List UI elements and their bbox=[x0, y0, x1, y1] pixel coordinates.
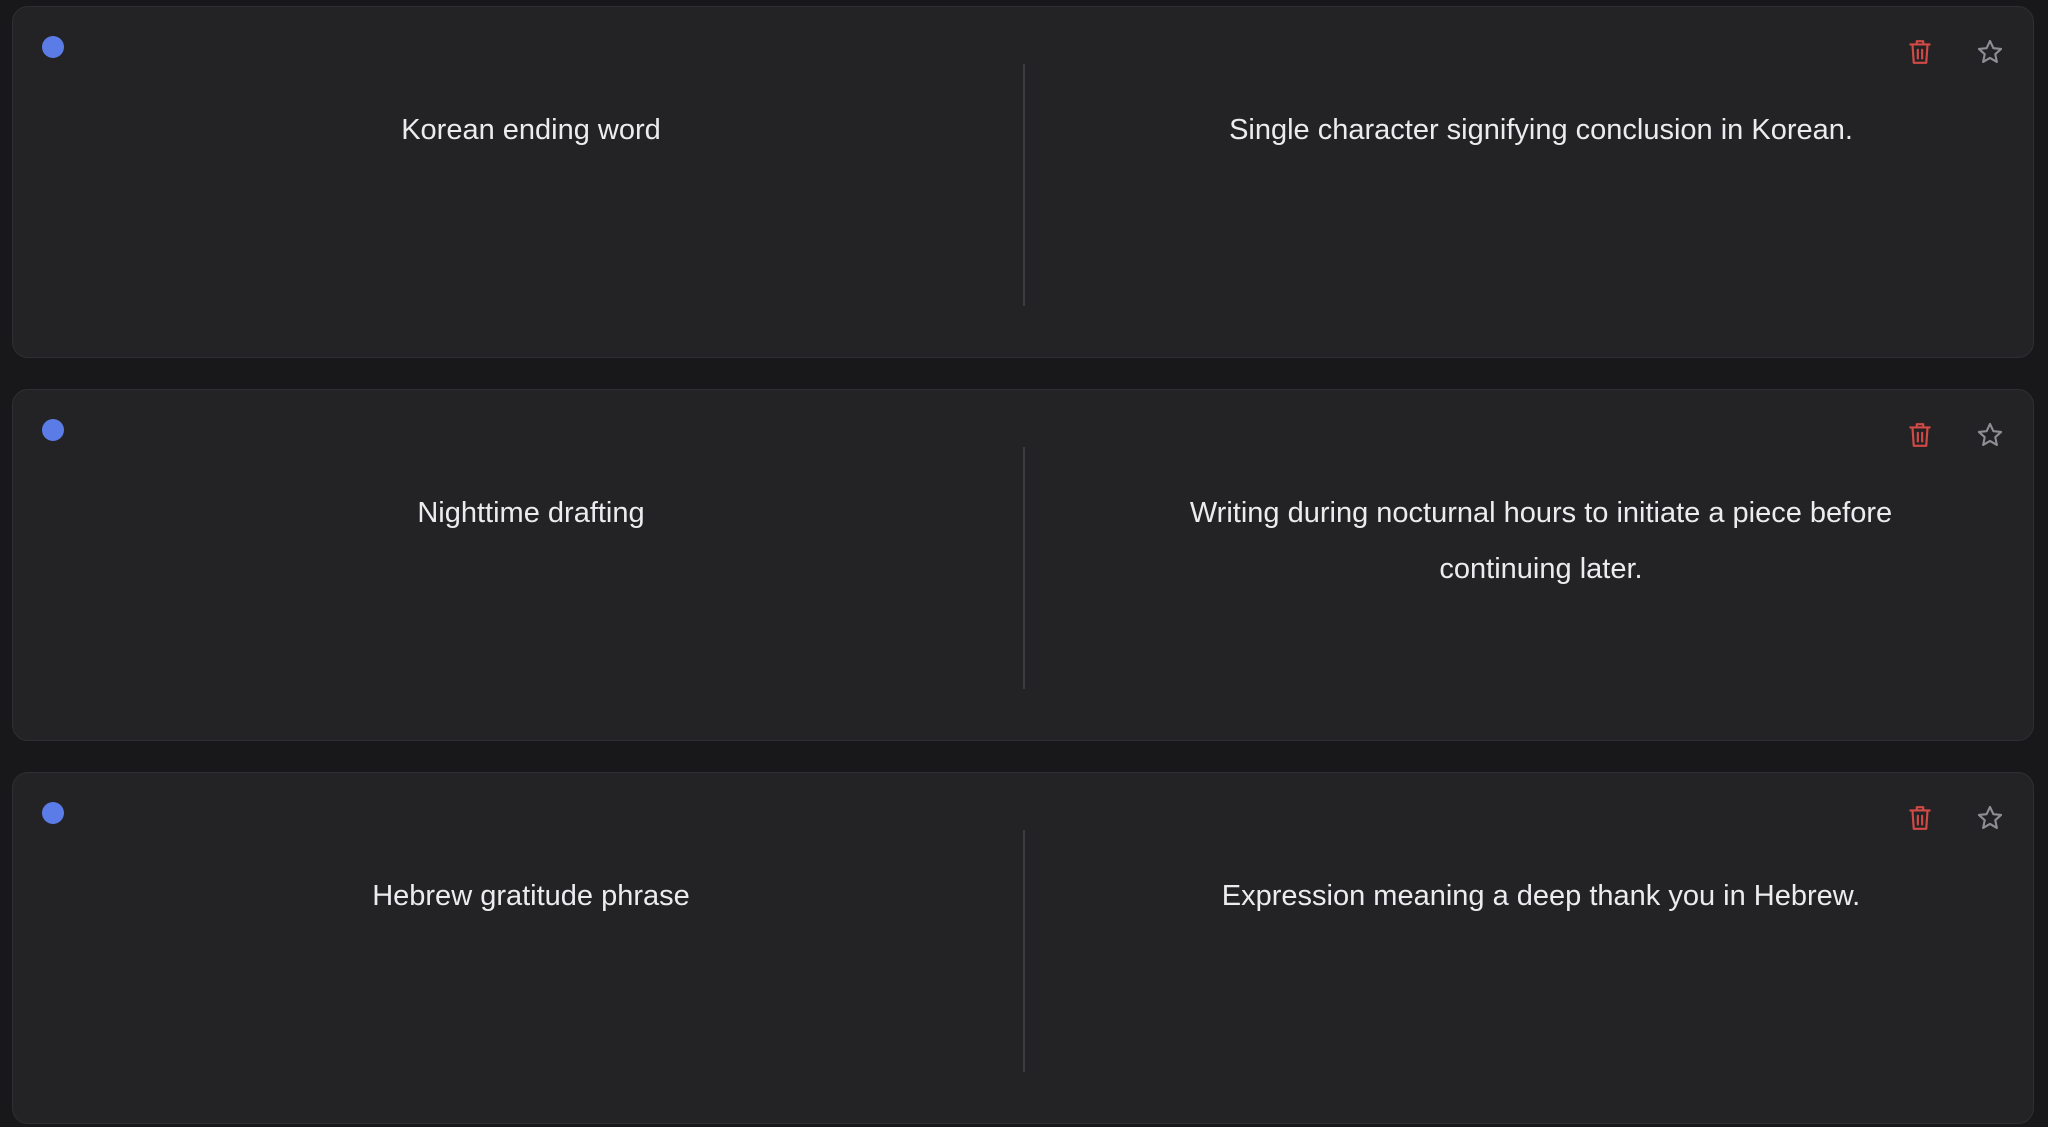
star-outline-icon bbox=[1977, 422, 2003, 446]
card-term: Hebrew gratitude phrase bbox=[372, 880, 690, 912]
card-term: Korean ending word bbox=[401, 114, 661, 146]
trash-icon bbox=[1909, 806, 1931, 830]
card-divider bbox=[1023, 447, 1025, 689]
trash-icon bbox=[1909, 423, 1931, 447]
card-term: Nighttime drafting bbox=[417, 497, 645, 529]
flashcard: Nighttime drafting Writing during noctur… bbox=[12, 389, 2034, 741]
favorite-button[interactable] bbox=[1973, 35, 2007, 69]
star-outline-icon bbox=[1977, 39, 2003, 63]
trash-icon bbox=[1909, 40, 1931, 64]
favorite-button[interactable] bbox=[1973, 801, 2007, 835]
favorite-button[interactable] bbox=[1973, 418, 2007, 452]
status-dot-icon bbox=[42, 802, 64, 824]
delete-button[interactable] bbox=[1903, 35, 1937, 69]
card-definition: Single character signifying conclusion i… bbox=[1229, 114, 1853, 146]
card-divider bbox=[1023, 64, 1025, 306]
status-dot-icon bbox=[42, 36, 64, 58]
delete-button[interactable] bbox=[1903, 801, 1937, 835]
delete-button[interactable] bbox=[1903, 418, 1937, 452]
star-outline-icon bbox=[1977, 805, 2003, 829]
status-dot-icon bbox=[42, 419, 64, 441]
flashcard: Hebrew gratitude phrase Expression meani… bbox=[12, 772, 2034, 1124]
card-divider bbox=[1023, 830, 1025, 1072]
card-definition: Writing during nocturnal hours to initia… bbox=[1189, 497, 1893, 585]
card-definition: Expression meaning a deep thank you in H… bbox=[1221, 880, 1861, 912]
flashcard: Korean ending word Single character sign… bbox=[12, 6, 2034, 358]
